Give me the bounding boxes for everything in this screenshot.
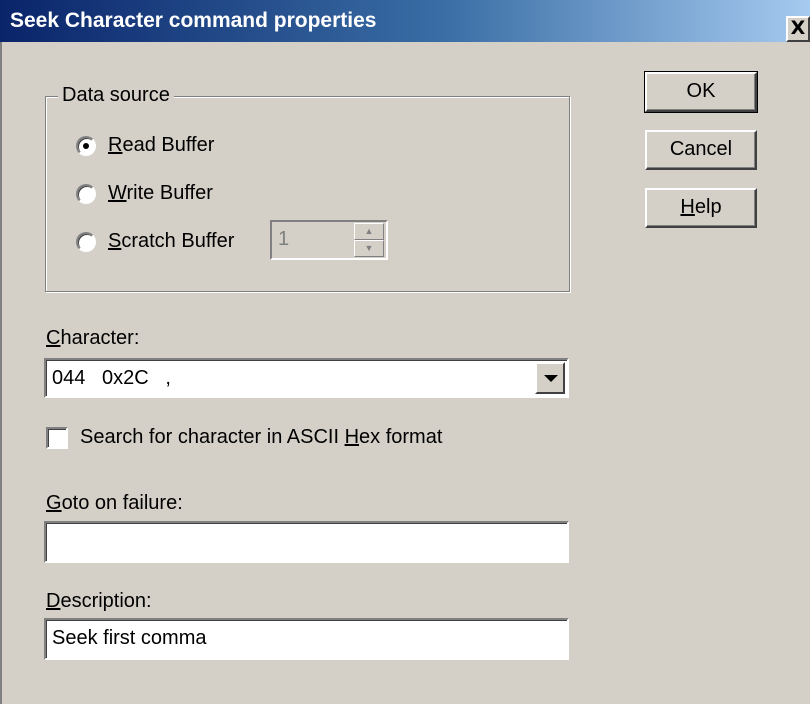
window-border xyxy=(0,42,2,704)
read-buffer-label: Read Buffer xyxy=(108,134,215,156)
write-buffer-radio[interactable] xyxy=(76,183,96,204)
close-button[interactable]: X xyxy=(786,16,810,42)
ascii-hex-checkbox[interactable] xyxy=(46,426,68,449)
window-title: Seek Character command properties xyxy=(10,9,377,32)
spin-up-icon: ▲ xyxy=(354,223,384,240)
description-input[interactable]: Seek first comma xyxy=(44,618,569,660)
chevron-down-icon[interactable] xyxy=(535,362,565,394)
close-icon: X xyxy=(790,17,806,39)
spin-down-icon: ▼ xyxy=(354,240,384,257)
goto-label: Goto on failure: xyxy=(46,492,183,514)
scratch-buffer-label: Scratch Buffer xyxy=(108,230,235,252)
description-input-value: Seek first comma xyxy=(52,627,207,649)
scratch-buffer-radio-row[interactable]: Scratch Buffer xyxy=(76,230,234,253)
ascii-hex-checkbox-row[interactable]: Search for character in ASCII Hex format xyxy=(46,426,442,449)
title-bar: Seek Character command properties X xyxy=(0,0,810,42)
write-buffer-radio-row[interactable]: Write Buffer xyxy=(76,182,213,205)
read-buffer-radio[interactable] xyxy=(76,135,96,156)
read-buffer-radio-row[interactable]: Read Buffer xyxy=(76,134,214,157)
cancel-button[interactable]: Cancel xyxy=(645,130,757,170)
description-label: Description: xyxy=(46,590,152,612)
ascii-hex-label: Search for character in ASCII Hex format xyxy=(80,426,443,448)
help-button[interactable]: Help xyxy=(645,188,757,228)
scratch-buffer-spinner: 1 ▲ ▼ xyxy=(270,220,388,260)
scratch-buffer-value: 1 xyxy=(278,228,290,250)
write-buffer-label: Write Buffer xyxy=(108,182,213,204)
character-select-value: 044 0x2C , xyxy=(52,367,171,389)
character-select[interactable]: 044 0x2C , xyxy=(44,358,569,398)
scratch-buffer-radio[interactable] xyxy=(76,231,96,252)
data-source-legend: Data source xyxy=(58,84,174,107)
goto-input[interactable] xyxy=(44,521,569,563)
character-label: Character: xyxy=(46,327,140,349)
ok-button[interactable]: OK xyxy=(644,71,758,113)
